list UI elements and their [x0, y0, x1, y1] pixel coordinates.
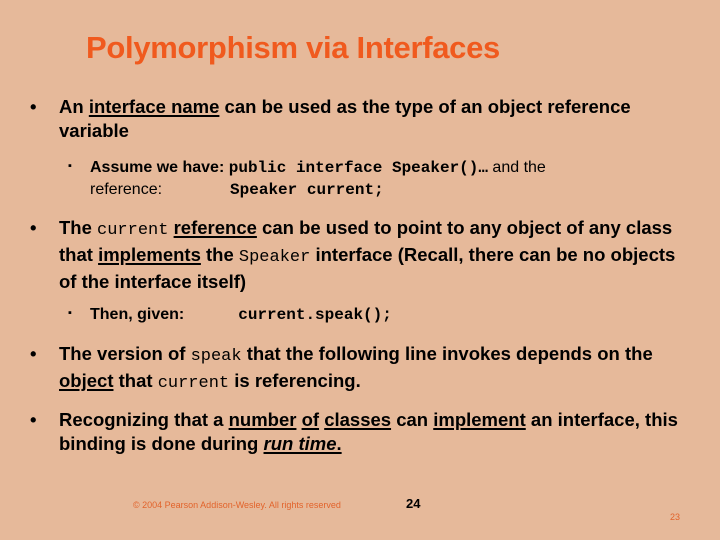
footer-book-page: 24: [406, 496, 421, 511]
slide-title: Polymorphism via Interfaces: [86, 30, 501, 65]
sub-bullet-text: Assume we have: public interface Speaker…: [90, 159, 546, 199]
bullet-text: Recognizing that a number of classes can…: [59, 409, 678, 454]
sub-bullet-assume: ▪ Assume we have: public interface Speak…: [68, 157, 668, 201]
bullet-current-reference: • The current reference can be used to p…: [30, 216, 680, 294]
sub-bullet-icon: ▪: [68, 160, 72, 172]
bullet-interface-name: • An interface name can be used as the t…: [30, 95, 680, 143]
bullet-icon: •: [30, 409, 37, 430]
bullet-icon: •: [30, 217, 37, 238]
bullet-text: An interface name can be used as the typ…: [59, 96, 631, 141]
footer-copyright: © 2004 Pearson Addison-Wesley. All right…: [133, 500, 341, 510]
bullet-text: The current reference can be used to poi…: [59, 217, 676, 292]
code-interface-decl: public interface Speaker()…: [228, 159, 488, 177]
code-speak-call: current.speak();: [238, 306, 392, 324]
bullet-version-of-speak: • The version of speak that the followin…: [30, 342, 680, 396]
bullet-icon: •: [30, 96, 37, 117]
bullet-text: The version of speak that the following …: [59, 343, 653, 393]
sub-bullet-then-given: ▪ Then, given: current.speak();: [68, 304, 668, 326]
bullet-run-time-binding: • Recognizing that a number of classes c…: [30, 408, 680, 456]
sub-bullet-icon: ▪: [68, 307, 72, 319]
slide-number: 23: [670, 512, 681, 522]
code-reference-decl: Speaker current;: [230, 181, 384, 199]
sub-bullet-text: Then, given: current.speak();: [90, 306, 392, 324]
bullet-icon: •: [30, 343, 37, 364]
